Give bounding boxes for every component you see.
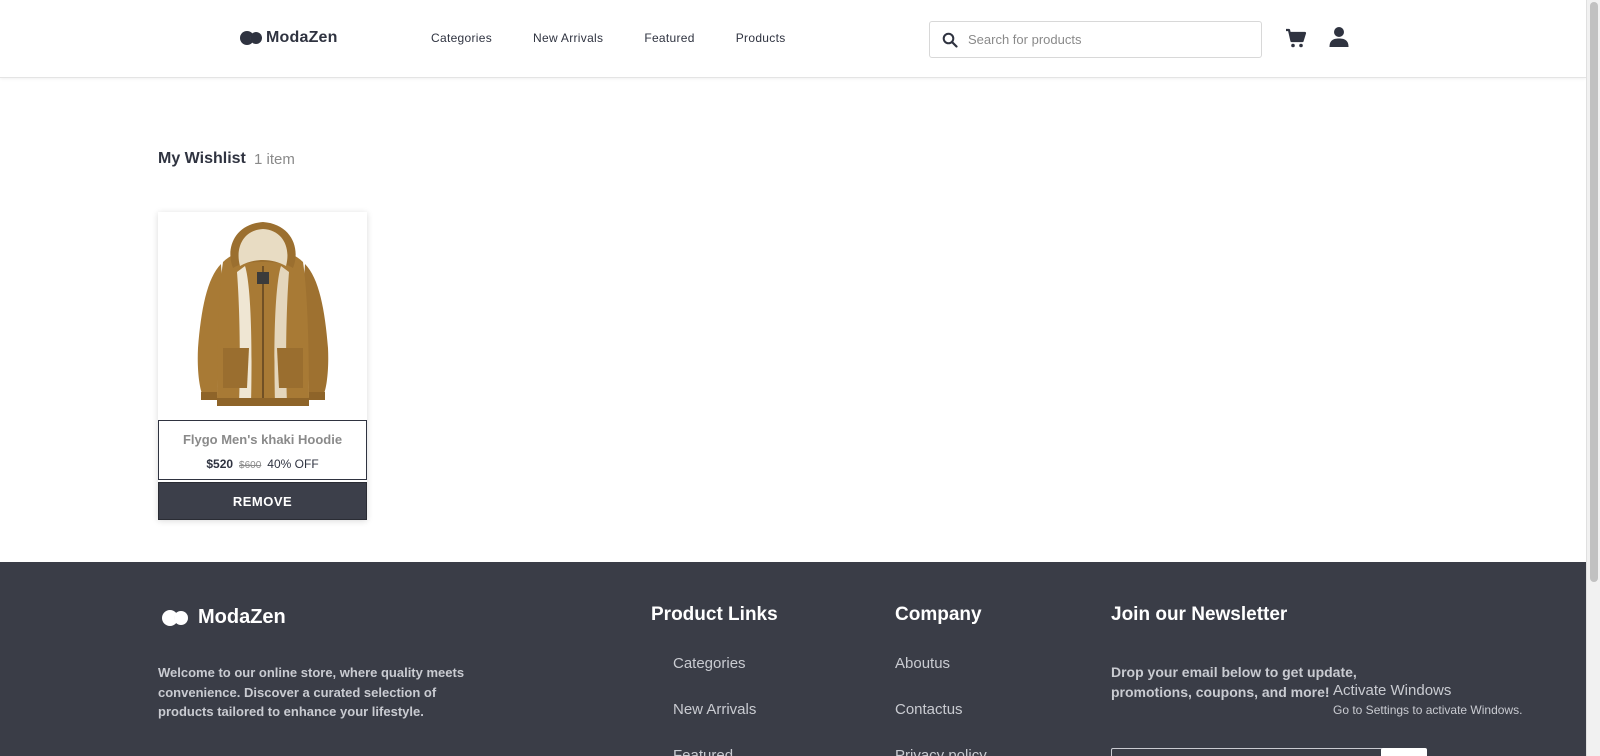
footer-link-aboutus[interactable]: Aboutus	[895, 655, 950, 672]
search-icon[interactable]	[942, 32, 958, 48]
newsletter-submit-button[interactable]	[1381, 748, 1427, 756]
watermark-subtitle: Go to Settings to activate Windows.	[1333, 703, 1523, 717]
windows-activation-watermark: Activate Windows Go to Settings to activ…	[1333, 682, 1522, 717]
brand-logo-icon	[240, 30, 262, 46]
watermark-title: Activate Windows	[1333, 682, 1452, 699]
wishlist-card[interactable]: Flygo Men's khaki Hoodie $520 $600 40% O…	[158, 212, 367, 520]
newsletter-email-input[interactable]	[1111, 748, 1383, 756]
footer-link-featured[interactable]: Featured	[673, 747, 733, 756]
remove-button[interactable]: REMOVE	[158, 482, 367, 520]
nav-item-products[interactable]: Products	[736, 31, 786, 45]
footer-brand-name: ModaZen	[198, 606, 286, 628]
product-name[interactable]: Flygo Men's khaki Hoodie	[159, 432, 366, 447]
product-links-title: Product Links	[651, 604, 778, 625]
page-scrollbar[interactable]	[1586, 0, 1600, 756]
brand-name: ModaZen	[266, 29, 338, 46]
main-nav: Categories New Arrivals Featured Product…	[431, 31, 827, 45]
footer-link-contactus[interactable]: Contactus	[895, 701, 963, 718]
company-title: Company	[895, 604, 982, 625]
footer-description: Welcome to our online store, where quali…	[158, 665, 465, 719]
wishlist-count: 1 item	[254, 151, 295, 168]
search-input[interactable]	[968, 32, 1248, 47]
product-price: $520	[206, 457, 234, 471]
footer-link-privacy-policy[interactable]: Privacy policy	[895, 747, 987, 756]
newsletter-title: Join our Newsletter	[1111, 604, 1288, 625]
wishlist-title: My Wishlist	[158, 150, 246, 167]
nav-item-categories[interactable]: Categories	[431, 31, 492, 45]
footer-link-new-arrivals[interactable]: New Arrivals	[673, 701, 756, 718]
user-icon[interactable]	[1329, 26, 1349, 48]
product-old-price: $600	[239, 460, 262, 471]
footer-brand[interactable]: ModaZen	[162, 606, 286, 629]
product-image[interactable]	[158, 212, 367, 420]
footer-link-categories[interactable]: Categories	[673, 655, 746, 672]
cart-icon[interactable]	[1285, 27, 1307, 49]
product-discount: 40% OFF	[267, 457, 319, 471]
top-header: ModaZen Categories New Arrivals Featured…	[0, 0, 1586, 78]
search-box	[929, 21, 1262, 58]
site-footer: ModaZen Welcome to our online store, whe…	[0, 562, 1586, 756]
hoodie-image	[197, 222, 328, 406]
nav-item-new-arrivals[interactable]: New Arrivals	[533, 31, 603, 45]
nav-item-featured[interactable]: Featured	[644, 31, 694, 45]
brand[interactable]: ModaZen	[240, 29, 338, 47]
brand-logo-icon	[162, 609, 190, 627]
page: ModaZen Categories New Arrivals Featured…	[0, 0, 1600, 756]
price-row: $520 $600 40% OFF	[159, 457, 366, 471]
product-info: Flygo Men's khaki Hoodie $520 $600 40% O…	[158, 420, 367, 480]
scroll-thumb[interactable]	[1590, 2, 1598, 582]
